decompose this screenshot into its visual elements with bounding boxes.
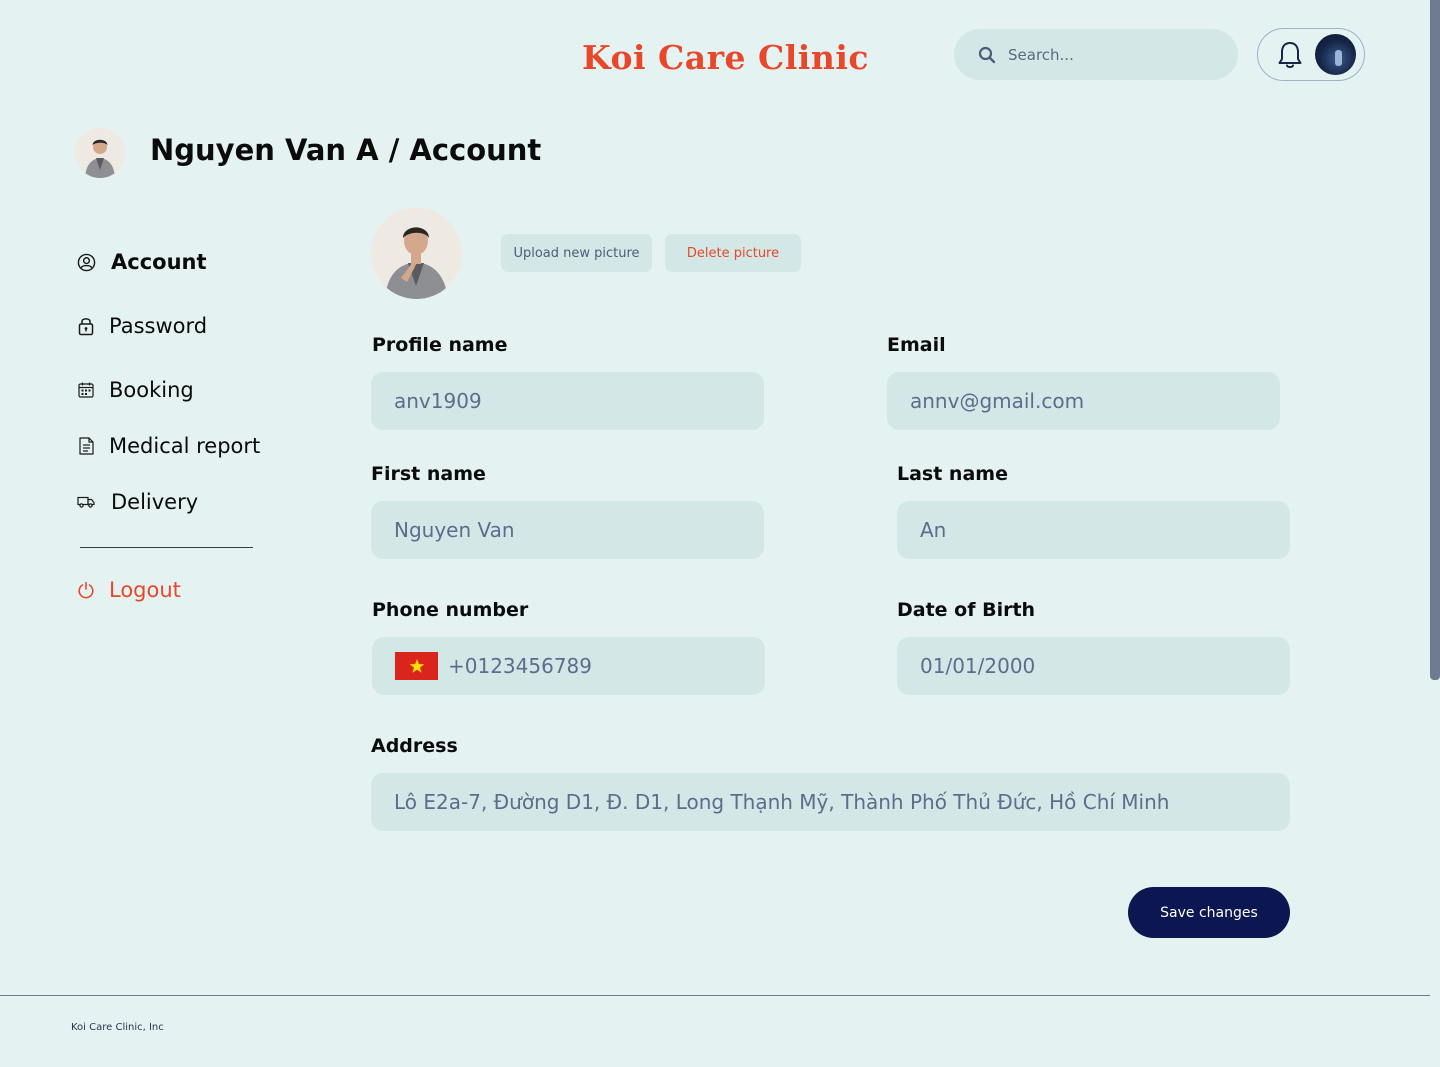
- search-icon: [978, 46, 996, 64]
- sidebar-item-label: Account: [111, 250, 207, 274]
- delete-picture-button[interactable]: Delete picture: [665, 234, 801, 272]
- bell-icon[interactable]: [1277, 40, 1303, 70]
- dob-input[interactable]: [897, 637, 1290, 695]
- footer-divider: [0, 995, 1430, 996]
- first-name-input[interactable]: [371, 501, 764, 559]
- phone-field[interactable]: [372, 637, 765, 695]
- page-title: Nguyen Van A / Account: [150, 133, 542, 167]
- user-avatar[interactable]: [1315, 34, 1356, 75]
- search-bar[interactable]: [954, 29, 1238, 80]
- lock-icon: [76, 316, 96, 336]
- user-menu[interactable]: [1257, 28, 1365, 81]
- brand-logo[interactable]: Koi Care Clinic: [582, 38, 869, 77]
- profile-name-label: Profile name: [372, 334, 508, 356]
- sidebar-divider: [80, 547, 253, 548]
- vietnam-flag-icon[interactable]: [395, 652, 438, 680]
- logout-label: Logout: [109, 578, 181, 602]
- power-icon: [76, 580, 96, 600]
- logout-button[interactable]: Logout: [76, 578, 181, 602]
- sidebar-item-label: Medical report: [109, 434, 261, 458]
- sidebar-item-medical-report[interactable]: Medical report: [76, 434, 260, 458]
- footer-copyright: Koi Care Clinic, Inc: [71, 1022, 164, 1033]
- email-input[interactable]: [887, 372, 1280, 430]
- address-input[interactable]: [371, 773, 1290, 831]
- page-avatar: [75, 128, 125, 178]
- upload-picture-button[interactable]: Upload new picture: [501, 234, 652, 272]
- sidebar-item-delivery[interactable]: Delivery: [76, 490, 198, 514]
- sidebar-item-account[interactable]: Account: [76, 250, 207, 274]
- sidebar-item-label: Password: [109, 314, 208, 338]
- calendar-icon: [76, 380, 96, 400]
- search-input[interactable]: [1008, 41, 1218, 68]
- email-label: Email: [887, 334, 946, 356]
- profile-name-input[interactable]: [371, 372, 764, 430]
- sidebar-item-booking[interactable]: Booking: [76, 378, 194, 402]
- dob-label: Date of Birth: [897, 599, 1036, 621]
- first-name-label: First name: [371, 463, 486, 485]
- truck-icon: [76, 492, 96, 512]
- phone-label: Phone number: [372, 599, 529, 621]
- last-name-input[interactable]: [897, 501, 1290, 559]
- user-circle-icon: [76, 252, 96, 272]
- save-changes-button[interactable]: Save changes: [1128, 887, 1290, 938]
- address-label: Address: [371, 735, 458, 757]
- phone-input[interactable]: [448, 637, 748, 695]
- document-icon: [76, 436, 96, 456]
- scrollbar-thumb[interactable]: [1430, 0, 1440, 680]
- sidebar-item-password[interactable]: Password: [76, 314, 207, 338]
- sidebar-item-label: Booking: [109, 378, 194, 402]
- last-name-label: Last name: [897, 463, 1008, 485]
- profile-picture: [371, 208, 462, 299]
- sidebar-item-label: Delivery: [111, 490, 199, 514]
